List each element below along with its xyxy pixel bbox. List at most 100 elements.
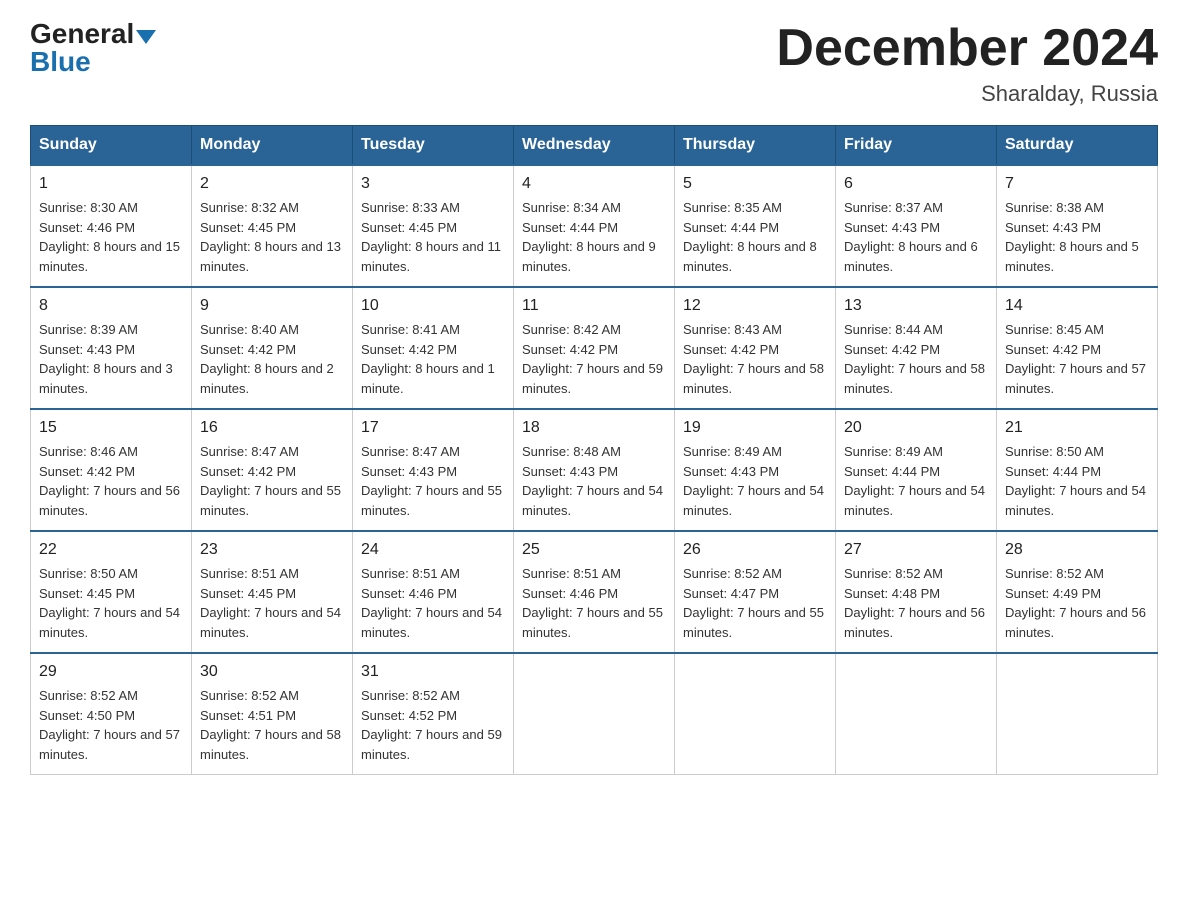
calendar-week-row: 8 Sunrise: 8:39 AMSunset: 4:43 PMDayligh… (31, 287, 1158, 409)
day-number: 12 (683, 294, 827, 318)
table-row: 27 Sunrise: 8:52 AMSunset: 4:48 PMDaylig… (836, 531, 997, 653)
day-number: 2 (200, 172, 344, 196)
day-number: 11 (522, 294, 666, 318)
col-thursday: Thursday (675, 126, 836, 166)
day-number: 20 (844, 416, 988, 440)
logo-general-text: General (30, 18, 134, 49)
day-number: 21 (1005, 416, 1149, 440)
day-number: 19 (683, 416, 827, 440)
logo-triangle-icon (136, 30, 156, 44)
day-info: Sunrise: 8:52 AMSunset: 4:47 PMDaylight:… (683, 566, 824, 640)
calendar-header-row: Sunday Monday Tuesday Wednesday Thursday… (31, 126, 1158, 166)
day-info: Sunrise: 8:30 AMSunset: 4:46 PMDaylight:… (39, 200, 180, 274)
day-info: Sunrise: 8:52 AMSunset: 4:51 PMDaylight:… (200, 688, 341, 762)
day-number: 7 (1005, 172, 1149, 196)
day-info: Sunrise: 8:43 AMSunset: 4:42 PMDaylight:… (683, 322, 824, 396)
day-number: 24 (361, 538, 505, 562)
day-number: 18 (522, 416, 666, 440)
table-row: 7 Sunrise: 8:38 AMSunset: 4:43 PMDayligh… (997, 165, 1158, 287)
table-row: 13 Sunrise: 8:44 AMSunset: 4:42 PMDaylig… (836, 287, 997, 409)
table-row: 12 Sunrise: 8:43 AMSunset: 4:42 PMDaylig… (675, 287, 836, 409)
calendar-week-row: 29 Sunrise: 8:52 AMSunset: 4:50 PMDaylig… (31, 653, 1158, 775)
col-saturday: Saturday (997, 126, 1158, 166)
day-number: 9 (200, 294, 344, 318)
day-number: 14 (1005, 294, 1149, 318)
day-number: 17 (361, 416, 505, 440)
day-info: Sunrise: 8:52 AMSunset: 4:48 PMDaylight:… (844, 566, 985, 640)
day-number: 3 (361, 172, 505, 196)
day-info: Sunrise: 8:50 AMSunset: 4:45 PMDaylight:… (39, 566, 180, 640)
day-info: Sunrise: 8:51 AMSunset: 4:46 PMDaylight:… (361, 566, 502, 640)
calendar-week-row: 15 Sunrise: 8:46 AMSunset: 4:42 PMDaylig… (31, 409, 1158, 531)
day-info: Sunrise: 8:51 AMSunset: 4:45 PMDaylight:… (200, 566, 341, 640)
table-row: 15 Sunrise: 8:46 AMSunset: 4:42 PMDaylig… (31, 409, 192, 531)
day-number: 31 (361, 660, 505, 684)
page-header: General Blue December 2024 Sharalday, Ru… (30, 20, 1158, 107)
table-row: 24 Sunrise: 8:51 AMSunset: 4:46 PMDaylig… (353, 531, 514, 653)
day-info: Sunrise: 8:48 AMSunset: 4:43 PMDaylight:… (522, 444, 663, 518)
table-row: 14 Sunrise: 8:45 AMSunset: 4:42 PMDaylig… (997, 287, 1158, 409)
day-number: 27 (844, 538, 988, 562)
logo: General Blue (30, 20, 156, 76)
day-number: 8 (39, 294, 183, 318)
day-number: 16 (200, 416, 344, 440)
day-info: Sunrise: 8:34 AMSunset: 4:44 PMDaylight:… (522, 200, 656, 274)
calendar-week-row: 1 Sunrise: 8:30 AMSunset: 4:46 PMDayligh… (31, 165, 1158, 287)
day-number: 22 (39, 538, 183, 562)
day-info: Sunrise: 8:38 AMSunset: 4:43 PMDaylight:… (1005, 200, 1139, 274)
day-number: 10 (361, 294, 505, 318)
day-info: Sunrise: 8:47 AMSunset: 4:43 PMDaylight:… (361, 444, 502, 518)
table-row: 11 Sunrise: 8:42 AMSunset: 4:42 PMDaylig… (514, 287, 675, 409)
logo-line2: Blue (30, 48, 91, 76)
month-title: December 2024 (776, 20, 1158, 77)
table-row: 10 Sunrise: 8:41 AMSunset: 4:42 PMDaylig… (353, 287, 514, 409)
day-info: Sunrise: 8:44 AMSunset: 4:42 PMDaylight:… (844, 322, 985, 396)
table-row: 5 Sunrise: 8:35 AMSunset: 4:44 PMDayligh… (675, 165, 836, 287)
table-row: 26 Sunrise: 8:52 AMSunset: 4:47 PMDaylig… (675, 531, 836, 653)
col-tuesday: Tuesday (353, 126, 514, 166)
day-info: Sunrise: 8:32 AMSunset: 4:45 PMDaylight:… (200, 200, 341, 274)
table-row: 23 Sunrise: 8:51 AMSunset: 4:45 PMDaylig… (192, 531, 353, 653)
table-row: 29 Sunrise: 8:52 AMSunset: 4:50 PMDaylig… (31, 653, 192, 775)
day-info: Sunrise: 8:49 AMSunset: 4:43 PMDaylight:… (683, 444, 824, 518)
day-number: 5 (683, 172, 827, 196)
logo-blue-text: Blue (30, 46, 91, 77)
table-row (997, 653, 1158, 775)
day-number: 13 (844, 294, 988, 318)
col-wednesday: Wednesday (514, 126, 675, 166)
day-info: Sunrise: 8:51 AMSunset: 4:46 PMDaylight:… (522, 566, 663, 640)
table-row: 22 Sunrise: 8:50 AMSunset: 4:45 PMDaylig… (31, 531, 192, 653)
day-number: 25 (522, 538, 666, 562)
day-info: Sunrise: 8:49 AMSunset: 4:44 PMDaylight:… (844, 444, 985, 518)
table-row: 18 Sunrise: 8:48 AMSunset: 4:43 PMDaylig… (514, 409, 675, 531)
day-info: Sunrise: 8:52 AMSunset: 4:50 PMDaylight:… (39, 688, 180, 762)
table-row: 25 Sunrise: 8:51 AMSunset: 4:46 PMDaylig… (514, 531, 675, 653)
calendar-table: Sunday Monday Tuesday Wednesday Thursday… (30, 125, 1158, 775)
day-number: 30 (200, 660, 344, 684)
col-sunday: Sunday (31, 126, 192, 166)
table-row (836, 653, 997, 775)
table-row: 1 Sunrise: 8:30 AMSunset: 4:46 PMDayligh… (31, 165, 192, 287)
table-row: 17 Sunrise: 8:47 AMSunset: 4:43 PMDaylig… (353, 409, 514, 531)
table-row (675, 653, 836, 775)
day-info: Sunrise: 8:40 AMSunset: 4:42 PMDaylight:… (200, 322, 334, 396)
day-info: Sunrise: 8:35 AMSunset: 4:44 PMDaylight:… (683, 200, 817, 274)
day-info: Sunrise: 8:46 AMSunset: 4:42 PMDaylight:… (39, 444, 180, 518)
day-info: Sunrise: 8:41 AMSunset: 4:42 PMDaylight:… (361, 322, 495, 396)
day-number: 15 (39, 416, 183, 440)
day-number: 23 (200, 538, 344, 562)
table-row: 19 Sunrise: 8:49 AMSunset: 4:43 PMDaylig… (675, 409, 836, 531)
table-row: 21 Sunrise: 8:50 AMSunset: 4:44 PMDaylig… (997, 409, 1158, 531)
table-row: 6 Sunrise: 8:37 AMSunset: 4:43 PMDayligh… (836, 165, 997, 287)
title-block: December 2024 Sharalday, Russia (776, 20, 1158, 107)
day-number: 29 (39, 660, 183, 684)
table-row: 31 Sunrise: 8:52 AMSunset: 4:52 PMDaylig… (353, 653, 514, 775)
day-info: Sunrise: 8:52 AMSunset: 4:52 PMDaylight:… (361, 688, 502, 762)
logo-line1: General (30, 20, 156, 48)
day-info: Sunrise: 8:33 AMSunset: 4:45 PMDaylight:… (361, 200, 501, 274)
day-info: Sunrise: 8:47 AMSunset: 4:42 PMDaylight:… (200, 444, 341, 518)
day-number: 6 (844, 172, 988, 196)
day-info: Sunrise: 8:37 AMSunset: 4:43 PMDaylight:… (844, 200, 978, 274)
day-info: Sunrise: 8:39 AMSunset: 4:43 PMDaylight:… (39, 322, 173, 396)
table-row: 30 Sunrise: 8:52 AMSunset: 4:51 PMDaylig… (192, 653, 353, 775)
